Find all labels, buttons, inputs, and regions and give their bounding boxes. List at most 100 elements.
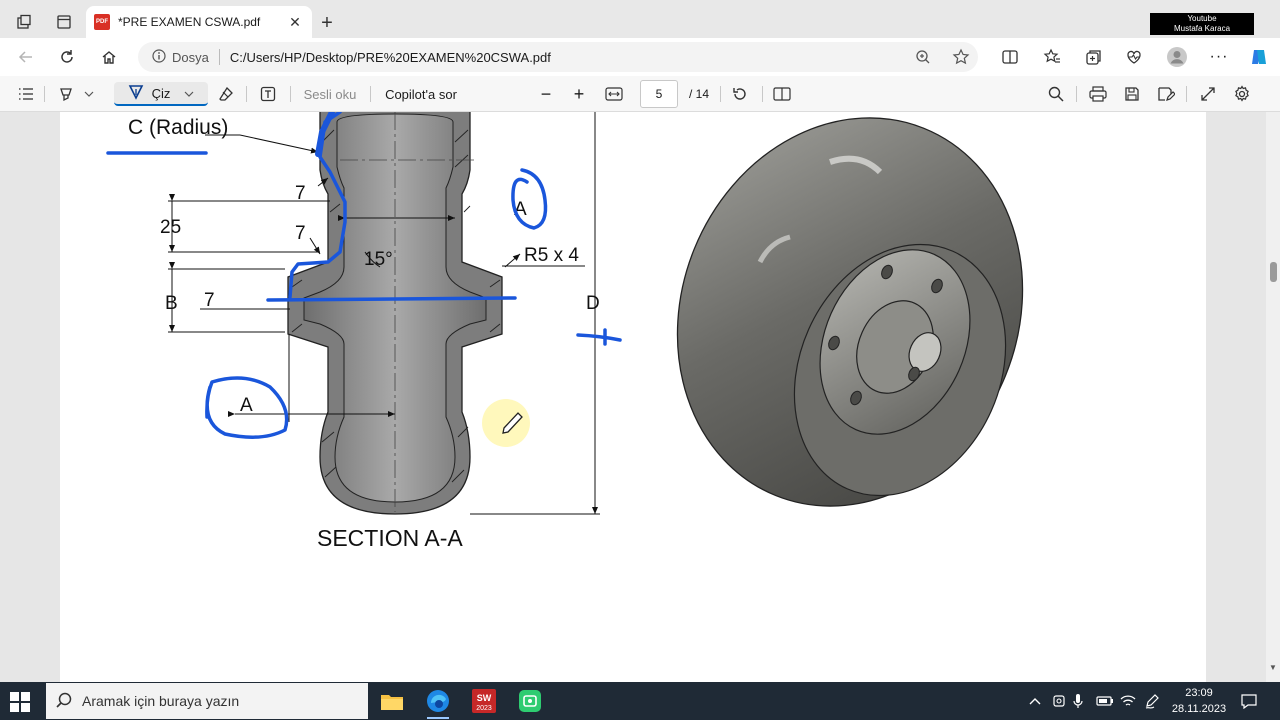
workspaces-icon[interactable] xyxy=(10,8,38,36)
draw-button[interactable]: Çiz xyxy=(114,82,208,106)
url-text[interactable]: C:/Users/HP/Desktop/PRE%20EXAMEN%20CSWA.… xyxy=(230,50,551,65)
wifi-icon[interactable] xyxy=(1120,682,1136,720)
search-icon[interactable] xyxy=(1044,82,1068,106)
split-screen-icon[interactable] xyxy=(999,46,1021,68)
wheel-3d-render xyxy=(676,117,1024,507)
zoom-out-button[interactable]: − xyxy=(536,82,556,106)
new-tab-button[interactable]: + xyxy=(314,10,340,36)
browser-essentials-icon[interactable] xyxy=(1123,46,1145,68)
draw-chevron-icon[interactable] xyxy=(184,86,194,101)
dim-7-low: 7 xyxy=(204,290,215,311)
section-title: SECTION A-A xyxy=(317,525,463,551)
print-icon[interactable] xyxy=(1086,82,1110,106)
settings-gear-icon[interactable] xyxy=(1230,82,1254,106)
battery-icon[interactable] xyxy=(1096,682,1114,720)
toolbar-divider xyxy=(1186,86,1187,102)
toolbar-divider xyxy=(370,86,371,102)
scroll-down-arrow-icon[interactable]: ▼ xyxy=(1269,663,1277,672)
url-box[interactable]: Dosya C:/Users/HP/Desktop/PRE%20EXAMEN%2… xyxy=(138,42,978,72)
tab-strip: PDF *PRE EXAMEN CSWA.pdf ✕ + Youtube Mus… xyxy=(0,0,1280,38)
rotate-icon[interactable] xyxy=(728,82,752,106)
watermark-line-1: Youtube xyxy=(1187,14,1217,23)
eraser-icon[interactable] xyxy=(214,82,238,106)
page-view-icon[interactable] xyxy=(770,82,794,106)
svg-text:SW: SW xyxy=(477,693,492,703)
screen-recorder-icon[interactable] xyxy=(515,686,545,716)
favorites-icon[interactable] xyxy=(1041,46,1063,68)
video-watermark: Youtube Mustafa Karaca xyxy=(1150,13,1254,35)
pencil-cursor-icon xyxy=(482,399,530,447)
dim-B: B xyxy=(165,293,178,314)
highlight-chevron-icon[interactable] xyxy=(80,82,98,106)
toolbar-divider xyxy=(1076,86,1077,102)
address-bar: Dosya C:/Users/HP/Desktop/PRE%20EXAMEN%2… xyxy=(0,38,1280,76)
toolbar-divider xyxy=(720,86,721,102)
vertical-scrollbar[interactable]: ▼ xyxy=(1266,112,1280,682)
dim-D: D xyxy=(586,293,600,314)
home-button[interactable] xyxy=(95,44,123,70)
pdf-viewer[interactable]: C (Radius) 7 25 7 15° R5 x 4 B 7 D A A S… xyxy=(0,112,1280,682)
microphone-icon[interactable] xyxy=(1072,682,1084,720)
notifications-icon[interactable] xyxy=(1240,682,1258,720)
clock-time: 23:09 xyxy=(1185,687,1213,699)
more-menu-icon[interactable]: ··· xyxy=(1208,46,1230,68)
ink-mark-d xyxy=(576,333,622,342)
solidworks-icon[interactable]: SW 2023 xyxy=(469,686,499,716)
back-button[interactable] xyxy=(12,44,40,70)
fillet-label: R5 x 4 xyxy=(524,245,579,266)
radius-label: C (Radius) xyxy=(128,116,228,139)
technical-drawing: C (Radius) 7 25 7 15° R5 x 4 B 7 D A A S… xyxy=(106,112,1024,551)
pen-menu-icon[interactable] xyxy=(1144,682,1160,720)
zoom-in-button[interactable]: + xyxy=(569,82,589,106)
taskbar-search-box[interactable]: Aramak için buraya yazın xyxy=(46,683,368,719)
ink-horizontal-line xyxy=(266,296,517,302)
save-as-icon[interactable] xyxy=(1154,82,1178,106)
section-view xyxy=(287,112,503,515)
toolbar-divider xyxy=(44,86,45,102)
dim-7-mid: 7 xyxy=(295,223,306,244)
highlight-icon[interactable] xyxy=(54,82,78,106)
page-number-input[interactable]: 5 xyxy=(640,80,678,108)
dim-A-left: A xyxy=(240,395,253,416)
ask-copilot-button[interactable]: Copilot'a sor xyxy=(380,82,462,106)
expand-icon[interactable] xyxy=(1196,82,1220,106)
scrollbar-thumb[interactable] xyxy=(1270,262,1277,282)
system-clock[interactable]: 23:09 28.11.2023 xyxy=(1168,685,1230,717)
profile-avatar[interactable] xyxy=(1166,46,1188,68)
collections-icon[interactable] xyxy=(1083,46,1105,68)
tab-title: *PRE EXAMEN CSWA.pdf xyxy=(118,15,261,29)
windows-taskbar: Aramak için buraya yazın SW 2023 23:09 28… xyxy=(0,682,1280,720)
page-count: / 14 xyxy=(688,87,709,101)
dim-25: 25 xyxy=(160,217,181,238)
file-explorer-icon[interactable] xyxy=(377,686,407,716)
camera-icon[interactable] xyxy=(1052,682,1066,720)
text-box-icon[interactable] xyxy=(256,82,280,106)
read-aloud-button[interactable]: Sesli oku xyxy=(300,82,360,106)
save-icon[interactable] xyxy=(1120,82,1144,106)
info-icon[interactable] xyxy=(152,48,166,66)
draw-label: Çiz xyxy=(151,85,171,101)
edge-browser-icon[interactable] xyxy=(423,686,453,719)
contents-icon[interactable] xyxy=(14,82,38,106)
refresh-button[interactable] xyxy=(53,44,81,70)
draw-pen-icon xyxy=(128,84,144,103)
toolbar-divider xyxy=(246,86,247,102)
search-placeholder: Aramak için buraya yazın xyxy=(82,693,240,709)
watermark-line-2: Mustafa Karaca xyxy=(1173,24,1231,33)
angle-label: 15° xyxy=(364,249,393,270)
search-icon xyxy=(56,692,72,711)
url-divider xyxy=(218,49,220,65)
show-hidden-icons[interactable] xyxy=(1028,682,1042,720)
favorite-star-icon[interactable] xyxy=(950,46,972,68)
tab-actions-icon[interactable] xyxy=(50,8,78,36)
copilot-icon[interactable] xyxy=(1248,46,1270,68)
windows-start-icon[interactable] xyxy=(10,692,30,712)
dim-7-top: 7 xyxy=(295,183,306,204)
tab-active[interactable]: PDF *PRE EXAMEN CSWA.pdf ✕ xyxy=(86,6,312,38)
site-label: Dosya xyxy=(172,49,209,65)
zoom-icon[interactable] xyxy=(912,46,934,68)
fit-to-width-icon[interactable] xyxy=(602,82,626,106)
sw-version-label: 2023 xyxy=(476,705,492,712)
clock-date: 28.11.2023 xyxy=(1171,703,1227,715)
close-tab-icon[interactable]: ✕ xyxy=(286,13,304,31)
